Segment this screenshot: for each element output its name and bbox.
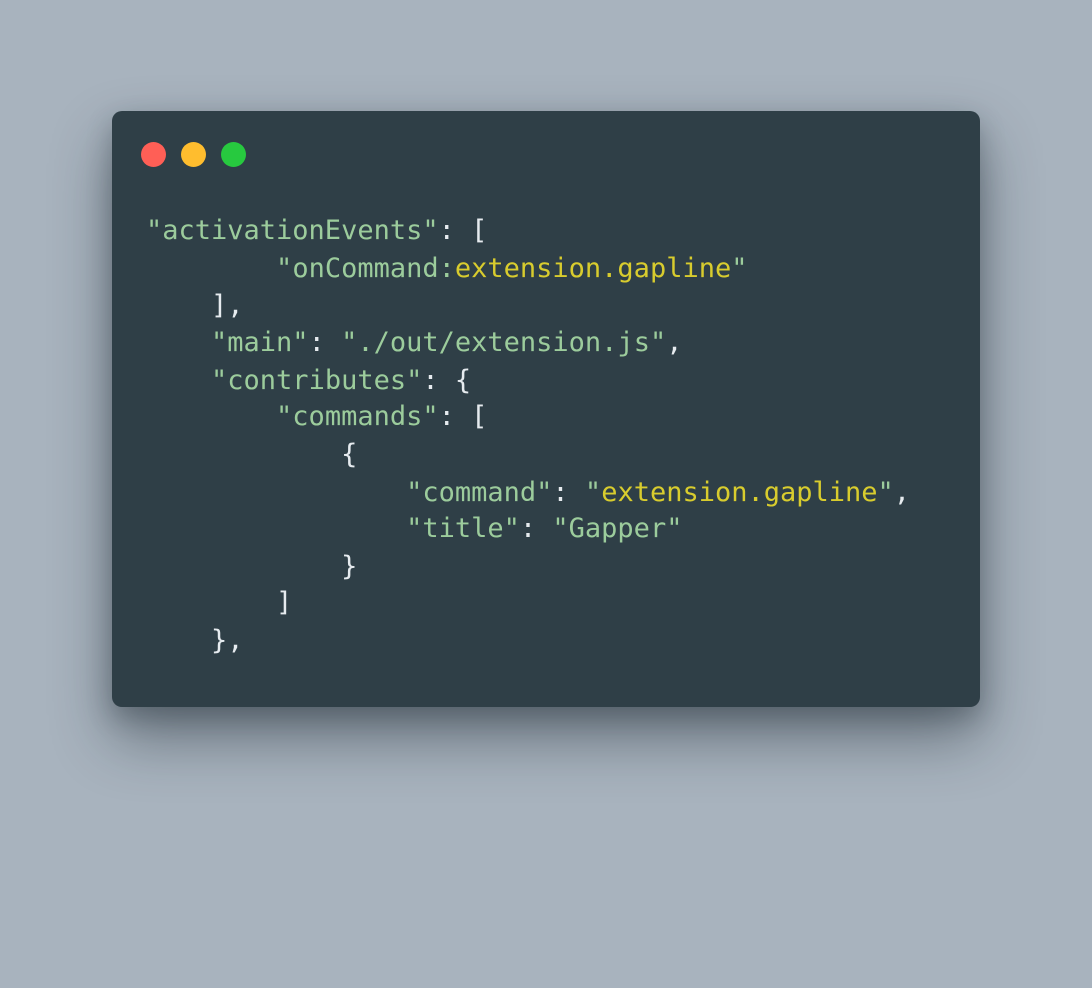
code-line-1: "activationEvents": [ (146, 215, 488, 246)
code-line-5: "contributes": { (211, 365, 472, 396)
window-controls (141, 142, 246, 167)
code-line-3: ], (211, 290, 244, 321)
code-line-11: ] (276, 587, 293, 618)
code-line-7: { (341, 439, 358, 470)
code-line-12: }, (211, 625, 244, 656)
code-window: "activationEvents": [ "onCommand:extensi… (112, 111, 980, 707)
code-line-4: "main": "./out/extension.js", (211, 327, 683, 358)
code-block: "activationEvents": [ "onCommand:extensi… (146, 213, 910, 988)
code-line-8: "command": "extension.gapline", (406, 477, 911, 508)
close-dot-icon[interactable] (141, 142, 166, 167)
minimize-dot-icon[interactable] (181, 142, 206, 167)
code-line-6: "commands": [ (276, 401, 488, 432)
code-line-2: "onCommand:extension.gapline" (276, 253, 748, 284)
maximize-dot-icon[interactable] (221, 142, 246, 167)
code-line-9: "title": "Gapper" (406, 513, 683, 544)
code-line-10: } (341, 551, 358, 582)
